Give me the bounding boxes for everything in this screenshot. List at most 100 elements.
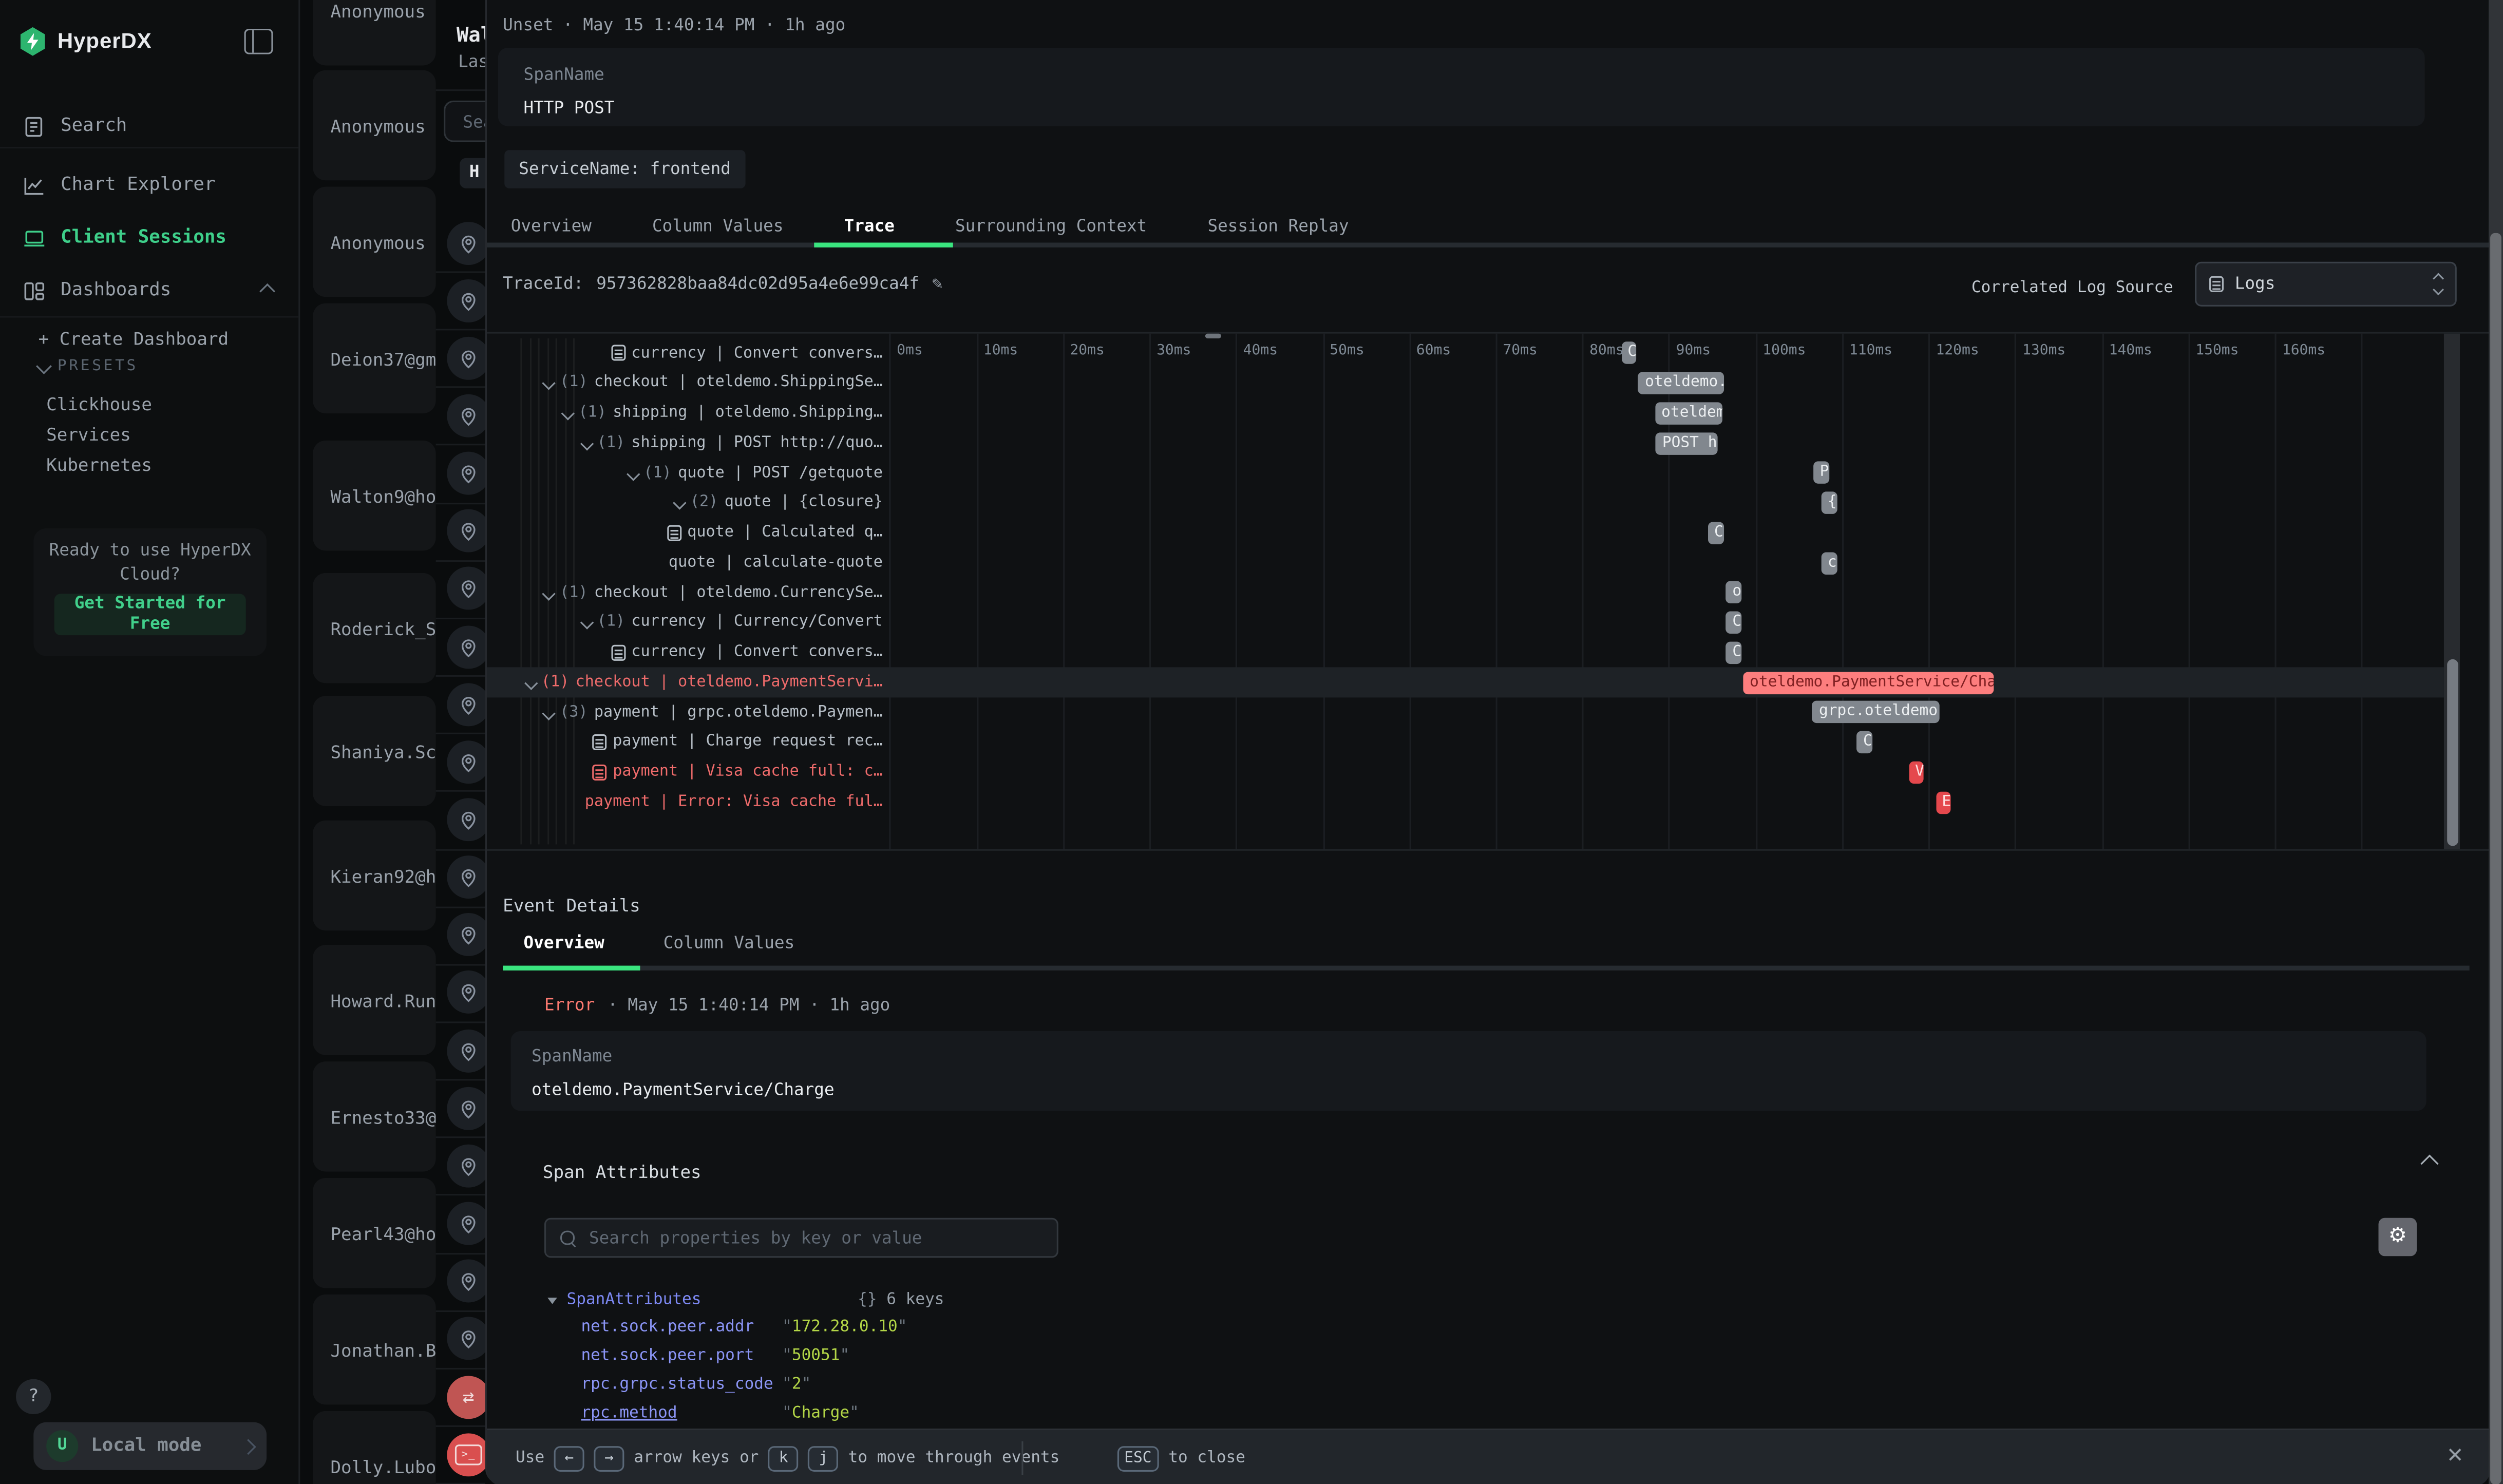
- session-card[interactable]: Dolly.Lubo: [313, 1410, 435, 1484]
- location-pin-button[interactable]: [447, 567, 485, 611]
- preset-clickhouse[interactable]: Clickhouse: [46, 394, 152, 415]
- trace-row[interactable]: (1)checkout | oteldemo.ShippingSe…otelde…: [487, 368, 2444, 398]
- chevron-down-icon[interactable]: [561, 407, 574, 420]
- chevron-down-icon[interactable]: [580, 437, 593, 449]
- location-pin-button[interactable]: [447, 509, 485, 553]
- trace-row[interactable]: payment | Charge request rec…Charge requ…: [487, 728, 2444, 757]
- attribute-value[interactable]: 2: [792, 1376, 802, 1393]
- span-duration-bar[interactable]: Currency/Convert: [1726, 612, 1741, 634]
- span-duration-bar[interactable]: Convert conversion request: [1726, 641, 1741, 664]
- location-pin-button[interactable]: [447, 394, 485, 437]
- terminal-event-pin[interactable]: >_: [447, 1433, 485, 1476]
- session-card[interactable]: Pearl43@ho: [313, 1177, 435, 1287]
- span-duration-bar[interactable]: Convert conversion request: [1621, 342, 1637, 365]
- span-duration-bar[interactable]: POST /getquote: [1813, 462, 1829, 485]
- location-pin-button[interactable]: [447, 1260, 485, 1303]
- span-duration-bar[interactable]: POST http://quote: [1656, 432, 1717, 454]
- span-duration-bar[interactable]: oteldemo.CurrencyService: [1726, 582, 1741, 604]
- get-started-button[interactable]: Get Started for Free: [54, 594, 246, 635]
- span-duration-bar[interactable]: Visa cache full: [1909, 761, 1924, 784]
- session-card[interactable]: Deion37@gm: [313, 302, 435, 412]
- attribute-search-input[interactable]: [586, 1227, 1042, 1249]
- span-duration-bar[interactable]: grpc.oteldemo.PaymentService: [1813, 701, 1939, 724]
- log-source-select[interactable]: Logs: [2195, 262, 2457, 307]
- tab-column-values[interactable]: Column Values: [652, 217, 783, 237]
- attribute-value[interactable]: Charge: [792, 1404, 849, 1422]
- service-name-badge[interactable]: ServiceName: frontend: [504, 150, 745, 188]
- span-duration-bar[interactable]: calculate-quote: [1821, 551, 1837, 574]
- attribute-key[interactable]: net.sock.peer.addr: [581, 1319, 782, 1338]
- tab-overview[interactable]: Overview: [511, 217, 592, 237]
- chevron-down-icon[interactable]: [580, 617, 593, 629]
- location-pin-button[interactable]: [447, 221, 485, 264]
- location-pin-button[interactable]: [447, 625, 485, 668]
- session-card[interactable]: Howard.Run: [313, 944, 435, 1054]
- session-card[interactable]: Walton9@ho: [313, 440, 435, 549]
- location-pin-button[interactable]: [447, 1202, 485, 1245]
- waterfall-hscroll-thumb[interactable]: [1205, 334, 1221, 338]
- presets-group[interactable]: PRESETS: [39, 357, 138, 375]
- chevron-down-icon[interactable]: [524, 676, 537, 689]
- close-icon[interactable]: ✕: [2438, 1440, 2473, 1475]
- sidebar-item-chart-explorer[interactable]: Chart Explorer: [0, 164, 298, 206]
- preset-kubernetes[interactable]: Kubernetes: [46, 455, 152, 476]
- edit-icon[interactable]: ✎: [932, 274, 943, 295]
- swap-event-pin[interactable]: ⇄: [447, 1375, 485, 1418]
- local-mode-menu[interactable]: U Local mode: [33, 1422, 267, 1470]
- trace-row[interactable]: quote | Calculated q…Calculated quote: [487, 518, 2444, 548]
- trace-row[interactable]: payment | Error: Visa cache ful…Error: V…: [487, 787, 2444, 817]
- trace-row[interactable]: (1)shipping | oteldemo.Shipping…oteldemo…: [487, 398, 2444, 428]
- session-card[interactable]: Shaniya.Sc: [313, 695, 435, 805]
- chevron-down-icon[interactable]: [543, 377, 555, 389]
- sidebar-collapse-icon[interactable]: [244, 29, 273, 54]
- trace-row[interactable]: currency | Convert convers…Convert conve…: [487, 338, 2444, 368]
- attribute-key[interactable]: rpc.method: [581, 1404, 782, 1423]
- event-tab-overview[interactable]: Overview: [524, 934, 604, 954]
- span-duration-bar[interactable]: oteldemo.ShippingService/GetQuote: [1639, 372, 1723, 395]
- sidebar-item-dashboards[interactable]: Dashboards: [0, 270, 298, 311]
- brand[interactable]: HyperDX: [19, 26, 151, 58]
- session-card[interactable]: Roderick_S: [313, 572, 435, 682]
- span-duration-bar[interactable]: oteldemo.ShippingService: [1655, 402, 1722, 425]
- attribute-tree-root[interactable]: SpanAttributes {} 6 keys: [547, 1291, 944, 1310]
- attribute-value[interactable]: 172.28.0.10: [792, 1319, 898, 1336]
- location-pin-button[interactable]: [447, 452, 485, 495]
- attribute-key[interactable]: net.sock.peer.port: [581, 1347, 782, 1366]
- location-pin-button[interactable]: [447, 1144, 485, 1187]
- chevron-down-icon[interactable]: [543, 586, 555, 599]
- create-dashboard-button[interactable]: + Create Dashboard: [39, 329, 229, 350]
- trace-row[interactable]: (2)quote | {closure}{closure}: [487, 488, 2444, 518]
- trace-row[interactable]: (1)quote | POST /getquotePOST /getquote: [487, 458, 2444, 488]
- session-card[interactable]: Kieran92@h: [313, 820, 435, 929]
- span-duration-bar[interactable]: oteldemo.PaymentService/Charge: [1743, 672, 1994, 694]
- trace-row[interactable]: (1)checkout | oteldemo.CurrencySe…otelde…: [487, 578, 2444, 607]
- sidebar-item-client-sessions[interactable]: Client Sessions: [0, 217, 298, 259]
- location-pin-button[interactable]: [447, 1317, 485, 1360]
- trace-row[interactable]: (1)shipping | POST http://quo…POST http:…: [487, 428, 2444, 458]
- preset-services[interactable]: Services: [46, 425, 131, 446]
- page-scrollbar[interactable]: [2489, 0, 2503, 1484]
- tab-surrounding-context[interactable]: Surrounding Context: [955, 217, 1147, 237]
- session-card[interactable]: Anonymous: [313, 0, 435, 65]
- tab-session-replay[interactable]: Session Replay: [1207, 217, 1349, 237]
- waterfall-scrollbar[interactable]: [2444, 334, 2460, 849]
- location-pin-button[interactable]: [447, 798, 485, 841]
- chevron-down-icon[interactable]: [543, 706, 555, 718]
- attribute-key[interactable]: rpc.grpc.status_code: [581, 1376, 782, 1395]
- attribute-value[interactable]: 50051: [792, 1347, 840, 1364]
- event-tab-column-values[interactable]: Column Values: [663, 934, 794, 954]
- location-pin-button[interactable]: [447, 856, 485, 899]
- session-card[interactable]: Jonathan.B: [313, 1293, 435, 1403]
- settings-button[interactable]: ⚙: [2379, 1218, 2417, 1257]
- session-card[interactable]: Anonymous: [313, 69, 435, 179]
- span-duration-bar[interactable]: Calculated quote: [1708, 522, 1724, 544]
- location-pin-button[interactable]: [447, 740, 485, 784]
- trace-row[interactable]: currency | Convert convers…Convert conve…: [487, 638, 2444, 668]
- sidebar-item-search[interactable]: Search: [0, 105, 298, 147]
- location-pin-button[interactable]: [447, 1087, 485, 1130]
- tab-trace[interactable]: Trace: [844, 217, 895, 237]
- span-duration-bar[interactable]: Charge request received: [1857, 731, 1872, 754]
- session-card[interactable]: Ernesto33@: [313, 1061, 435, 1171]
- location-pin-button[interactable]: [447, 682, 485, 726]
- location-pin-button[interactable]: [447, 914, 485, 957]
